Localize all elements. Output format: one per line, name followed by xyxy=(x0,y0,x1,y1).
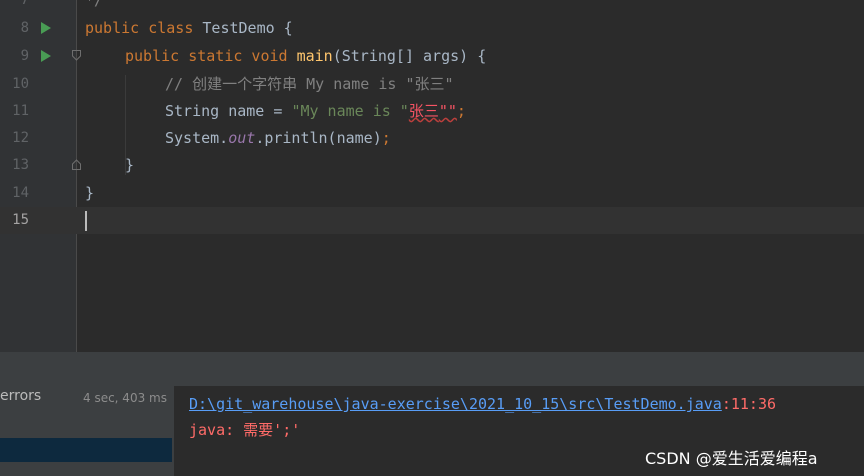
comment-text: // 创建一个字符串 My name is "张三" xyxy=(165,75,454,93)
method-call: .println(name) xyxy=(255,129,382,147)
code-line[interactable]: 9 public static void main(String[] args)… xyxy=(0,43,864,70)
class-ref: System. xyxy=(165,129,229,147)
line-number: 10 xyxy=(12,76,29,92)
string-literal: "My name is " xyxy=(291,102,409,120)
code-line[interactable]: 8 public class TestDemo { xyxy=(0,15,864,42)
line-number: 7 xyxy=(20,0,29,8)
fold-icon[interactable] xyxy=(72,159,81,170)
current-code-line[interactable]: 15 xyxy=(0,207,864,234)
semicolon: ; xyxy=(456,102,466,120)
line-number: 12 xyxy=(12,130,29,146)
code-text: System.out.println(name); xyxy=(165,125,391,152)
class-name: TestDemo { xyxy=(202,19,293,37)
field-ref: out xyxy=(228,129,256,147)
run-icon[interactable] xyxy=(41,22,51,34)
semicolon: ; xyxy=(381,129,391,147)
code-line[interactable]: 12 System.out.println(name); xyxy=(0,125,864,152)
keyword: public static void xyxy=(125,47,288,65)
code-editor[interactable]: 7 */ 8 public class TestDemo { 9 public … xyxy=(0,0,864,352)
code-line[interactable]: 11 String name = "My name is "张三""; xyxy=(0,98,864,125)
code-text: String name = "My name is "张三""; xyxy=(165,98,466,125)
code-line[interactable]: 13 } xyxy=(0,152,864,179)
watermark: CSDN @爱生活爱编程a xyxy=(645,449,818,468)
line-number: 14 xyxy=(12,185,29,201)
code-line[interactable]: 10 // 创建一个字符串 My name is "张三" xyxy=(0,71,864,98)
code-text: */ xyxy=(85,0,104,9)
file-path-link[interactable]: D:\git_warehouse\java-exercise\2021_10_1… xyxy=(189,395,722,413)
run-icon[interactable] xyxy=(41,50,51,62)
string-literal: "" xyxy=(438,102,457,120)
line-number: 8 xyxy=(20,20,29,36)
build-duration: 4 sec, 403 ms xyxy=(83,391,167,405)
keyword: class xyxy=(148,19,194,37)
line-number: 9 xyxy=(20,48,29,64)
code-text: } xyxy=(125,156,135,174)
code-text: public static void main(String[] args) { xyxy=(125,43,486,70)
line-number: 11 xyxy=(12,103,29,119)
keyword: public xyxy=(85,19,140,37)
fold-icon[interactable] xyxy=(72,50,81,61)
declaration: String name = xyxy=(165,102,292,120)
build-tree[interactable]: errors 4 sec, 403 ms xyxy=(0,354,172,476)
code-text: } xyxy=(85,184,95,202)
build-errors-label[interactable]: errors xyxy=(0,388,41,404)
error-position: :11:36 xyxy=(721,395,777,413)
method-name: main xyxy=(296,47,333,65)
error-message: java: 需要';' xyxy=(189,421,301,439)
line-number: 15 xyxy=(12,212,29,228)
code-line[interactable]: 7 */ xyxy=(0,0,864,14)
tree-selected-row[interactable] xyxy=(0,438,172,462)
method-params: (String[] args) { xyxy=(332,47,487,65)
line-number: 13 xyxy=(12,157,29,173)
error-location: D:\git_warehouse\java-exercise\2021_10_1… xyxy=(189,394,776,414)
code-text: public class TestDemo { xyxy=(85,15,293,42)
error-token: 张三 xyxy=(408,102,439,120)
text-caret xyxy=(85,211,87,231)
code-line[interactable]: 14 } xyxy=(0,180,864,207)
